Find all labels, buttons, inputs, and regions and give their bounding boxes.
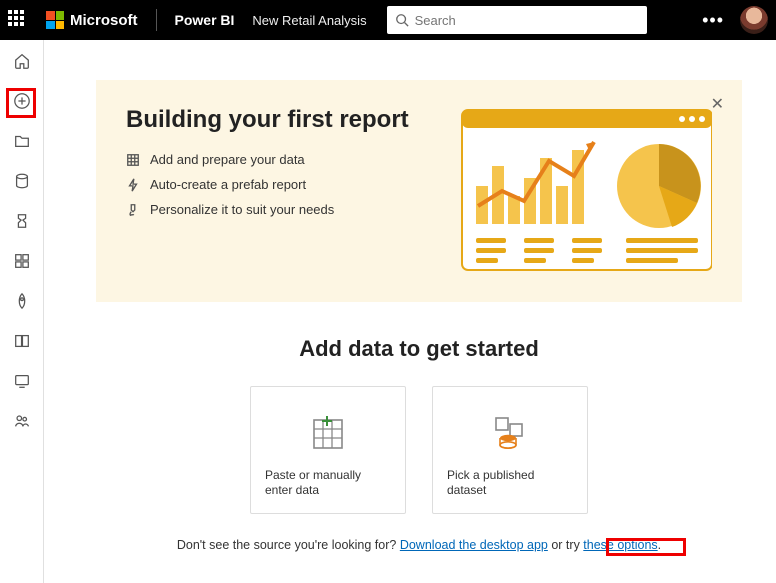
hero-text: Building your first report Add and prepa… — [126, 106, 409, 272]
brush-icon — [126, 203, 140, 217]
data-hub-icon[interactable] — [11, 170, 33, 192]
hero-banner: ✕ Building your first report Add and pre… — [96, 80, 742, 302]
data-source-cards: Paste or manually enter data Pick a publ… — [96, 386, 742, 514]
hero-illustration — [429, 106, 712, 272]
card-label: Pick a published dataset — [447, 468, 573, 499]
hero-title: Building your first report — [126, 106, 409, 134]
hero-step-label: Personalize it to suit your needs — [150, 202, 334, 217]
main-content: ✕ Building your first report Add and pre… — [44, 40, 776, 583]
footer-middle: or try — [551, 538, 583, 552]
metrics-icon[interactable] — [11, 210, 33, 232]
apps-icon[interactable] — [11, 250, 33, 272]
bolt-icon — [126, 178, 140, 192]
microsoft-logo-icon — [46, 11, 64, 29]
search-box[interactable] — [387, 6, 647, 34]
close-icon[interactable]: ✕ — [711, 94, 724, 114]
hero-step: Auto-create a prefab report — [126, 177, 409, 192]
hero-step-label: Add and prepare your data — [150, 152, 305, 167]
avatar[interactable] — [740, 6, 768, 34]
microsoft-logo: Microsoft — [46, 11, 138, 29]
hero-step: Add and prepare your data — [126, 152, 409, 167]
these-options-link[interactable]: these options — [583, 538, 657, 552]
workspaces-icon[interactable] — [11, 410, 33, 432]
create-icon[interactable] — [11, 90, 33, 112]
card-paste-data[interactable]: Paste or manually enter data — [250, 386, 406, 514]
deployment-icon[interactable] — [11, 290, 33, 312]
header-divider — [156, 9, 157, 31]
left-nav-rail — [0, 40, 44, 583]
hero-steps: Add and prepare your data Auto-create a … — [126, 152, 409, 217]
search-icon — [395, 13, 409, 27]
footer-suffix: . — [658, 538, 661, 552]
home-icon[interactable] — [11, 50, 33, 72]
hero-step-label: Auto-create a prefab report — [150, 177, 306, 192]
browse-icon[interactable] — [11, 130, 33, 152]
learn-icon[interactable] — [11, 330, 33, 352]
hero-step: Personalize it to suit your needs — [126, 202, 409, 217]
table-icon — [126, 153, 140, 167]
download-desktop-link[interactable]: Download the desktop app — [400, 538, 548, 552]
card-published-dataset[interactable]: Pick a published dataset — [432, 386, 588, 514]
app-launcher-icon[interactable] — [8, 10, 28, 30]
paste-data-icon — [265, 401, 391, 468]
footer-prefix: Don't see the source you're looking for? — [177, 538, 400, 552]
more-options-icon[interactable]: ••• — [696, 10, 730, 31]
top-header: Microsoft Power BI New Retail Analysis •… — [0, 0, 776, 40]
product-name[interactable]: Power BI — [175, 12, 235, 28]
monitor-icon[interactable] — [11, 370, 33, 392]
card-label: Paste or manually enter data — [265, 468, 391, 499]
workspace-name: New Retail Analysis — [252, 13, 366, 28]
microsoft-text: Microsoft — [70, 12, 138, 29]
footer-help-text: Don't see the source you're looking for?… — [96, 538, 742, 552]
section-title: Add data to get started — [96, 336, 742, 362]
dataset-icon — [447, 401, 573, 468]
search-input[interactable] — [415, 13, 639, 28]
